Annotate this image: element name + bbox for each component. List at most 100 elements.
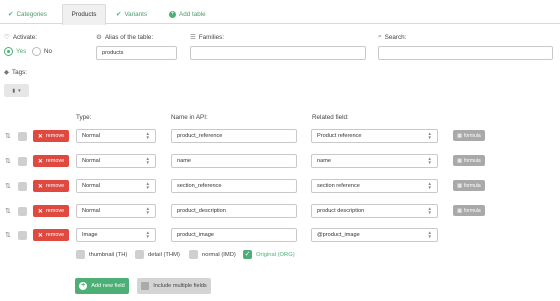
function-icon: ▦ <box>457 157 463 164</box>
activate-label: ♡ Activate: <box>4 33 37 42</box>
row-checkbox[interactable] <box>18 182 27 191</box>
bookmark-icon: ▮ <box>12 87 16 94</box>
remove-button[interactable]: ✕ remove <box>33 229 69 241</box>
tags-dropdown[interactable]: ▮ ▾ <box>4 84 29 97</box>
select-arrows-icon: ▲ ▼ <box>145 181 150 190</box>
close-icon: ✕ <box>37 158 43 165</box>
image-option-original[interactable]: ✓ Original (ORG) <box>243 250 295 259</box>
remove-button[interactable]: ✕ remove <box>33 130 69 142</box>
image-option-detail[interactable]: detail (THM) <box>135 250 180 259</box>
related-field-select[interactable]: @product_image ▲ ▼ <box>311 228 438 242</box>
select-arrows-icon: ▲ ▼ <box>427 131 432 140</box>
close-icon: ✕ <box>37 208 43 215</box>
activate-yes-radio[interactable]: Yes <box>4 47 26 56</box>
api-name-input[interactable]: product_reference <box>171 129 297 143</box>
radio-dot-icon <box>4 47 13 56</box>
api-name-input[interactable]: product_description <box>171 204 297 218</box>
activate-no-radio[interactable]: No <box>32 47 52 56</box>
select-arrows-icon: ▲ ▼ <box>427 156 432 165</box>
tab-label: Add table <box>179 10 206 18</box>
tab-bar: ✔ Categories Products ✔ Variants + Add t… <box>0 0 560 25</box>
type-select[interactable]: Normal ▲ ▼ <box>76 204 156 218</box>
drag-handle-icon[interactable]: ⇅ <box>5 182 11 190</box>
image-option-thumbnail[interactable]: thumbnail (TH) <box>76 250 127 259</box>
field-row: ⇅ ✕ remove Normal ▲ ▼ product_description… <box>0 204 560 220</box>
families-input[interactable] <box>190 46 366 60</box>
alias-input[interactable]: products <box>96 46 177 60</box>
row-checkbox[interactable] <box>18 207 27 216</box>
check-icon: ✔ <box>8 11 14 18</box>
tab-label: Categories <box>16 10 47 18</box>
chevron-down-icon: ▾ <box>18 87 21 94</box>
type-select[interactable]: Normal ▲ ▼ <box>76 179 156 193</box>
column-header-related: Related field: <box>312 114 349 121</box>
select-arrows-icon: ▲ ▼ <box>145 131 150 140</box>
stack-icon <box>141 282 150 290</box>
tag-icon: ◆ <box>4 69 9 76</box>
close-icon: ✕ <box>37 232 43 239</box>
close-icon: ✕ <box>37 183 43 190</box>
tab-label: Variants <box>124 10 148 18</box>
remove-button[interactable]: ✕ remove <box>33 205 69 217</box>
tags-label: ◆ Tags: <box>4 68 28 77</box>
select-arrows-icon: ▲ ▼ <box>145 206 150 215</box>
field-row: ⇅ ✕ remove Normal ▲ ▼ product_reference P… <box>0 129 560 145</box>
api-name-input[interactable]: section_reference <box>171 179 297 193</box>
select-arrows-icon: ▲ ▼ <box>145 230 150 239</box>
lightbulb-icon: ♡ <box>4 34 10 41</box>
search-icon: ⌕ <box>378 33 382 40</box>
api-name-input[interactable]: product_image <box>171 228 297 242</box>
drag-handle-icon[interactable]: ⇅ <box>5 207 11 215</box>
row-checkbox[interactable] <box>18 157 27 166</box>
related-field-select[interactable]: Product reference ▲ ▼ <box>311 129 438 143</box>
formula-button[interactable]: ▦ formula <box>453 205 485 216</box>
remove-button[interactable]: ✕ remove <box>33 155 69 167</box>
drag-handle-icon[interactable]: ⇅ <box>5 132 11 140</box>
add-new-field-button[interactable]: + Add new field <box>75 278 129 294</box>
remove-button[interactable]: ✕ remove <box>33 180 69 192</box>
select-arrows-icon: ▲ ▼ <box>145 156 150 165</box>
search-input[interactable] <box>378 46 553 60</box>
row-checkbox[interactable] <box>18 231 27 240</box>
tab-products[interactable]: Products <box>62 4 106 25</box>
formula-button[interactable]: ▦ formula <box>453 155 485 166</box>
image-option-normal[interactable]: normal (IMD) <box>189 250 236 259</box>
alias-label: ⚙ Alias of the table: <box>96 33 154 42</box>
gear-icon: ⚙ <box>96 34 102 41</box>
close-icon: ✕ <box>37 133 43 140</box>
formula-button[interactable]: ▦ formula <box>453 180 485 191</box>
related-field-select[interactable]: product description ▲ ▼ <box>311 204 438 218</box>
row-checkbox[interactable] <box>18 132 27 141</box>
related-field-select[interactable]: name ▲ ▼ <box>311 154 438 168</box>
function-icon: ▦ <box>457 207 463 214</box>
drag-handle-icon[interactable]: ⇅ <box>5 157 11 165</box>
list-icon: ☰ <box>190 34 196 41</box>
checkbox-icon <box>135 250 144 259</box>
formula-button[interactable]: ▦ formula <box>453 130 485 141</box>
checkbox-icon <box>189 250 198 259</box>
type-select[interactable]: Normal ▲ ▼ <box>76 129 156 143</box>
column-header-name: Name in API: <box>171 114 208 121</box>
type-select[interactable]: Normal ▲ ▼ <box>76 154 156 168</box>
checkbox-icon <box>76 250 85 259</box>
tab-variants[interactable]: ✔ Variants <box>110 4 153 24</box>
related-field-select[interactable]: section reference ▲ ▼ <box>311 179 438 193</box>
plus-circle-icon: + <box>169 10 176 18</box>
field-row: ⇅ ✕ remove Normal ▲ ▼ name name ▲ ▼ ▦ form… <box>0 154 560 170</box>
include-multiple-fields-button[interactable]: Include multiple fields <box>137 278 211 294</box>
tab-categories[interactable]: ✔ Categories <box>2 4 53 24</box>
families-label: ☰ Families: <box>190 33 225 42</box>
checkmark-icon: ✓ <box>243 250 252 259</box>
plus-circle-icon: + <box>79 282 88 290</box>
check-icon: ✔ <box>116 11 122 18</box>
type-select[interactable]: Image ▲ ▼ <box>76 228 156 242</box>
tab-add-table[interactable]: + Add table <box>163 4 212 24</box>
api-name-input[interactable]: name <box>171 154 297 168</box>
function-icon: ▦ <box>457 182 463 189</box>
field-row: ⇅ ✕ remove Normal ▲ ▼ section_reference s… <box>0 179 560 195</box>
select-arrows-icon: ▲ ▼ <box>427 181 432 190</box>
field-row: ⇅ ✕ remove Image ▲ ▼ product_image @produ… <box>0 228 560 244</box>
function-icon: ▦ <box>457 132 463 139</box>
drag-handle-icon[interactable]: ⇅ <box>5 231 11 239</box>
select-arrows-icon: ▲ ▼ <box>427 206 432 215</box>
